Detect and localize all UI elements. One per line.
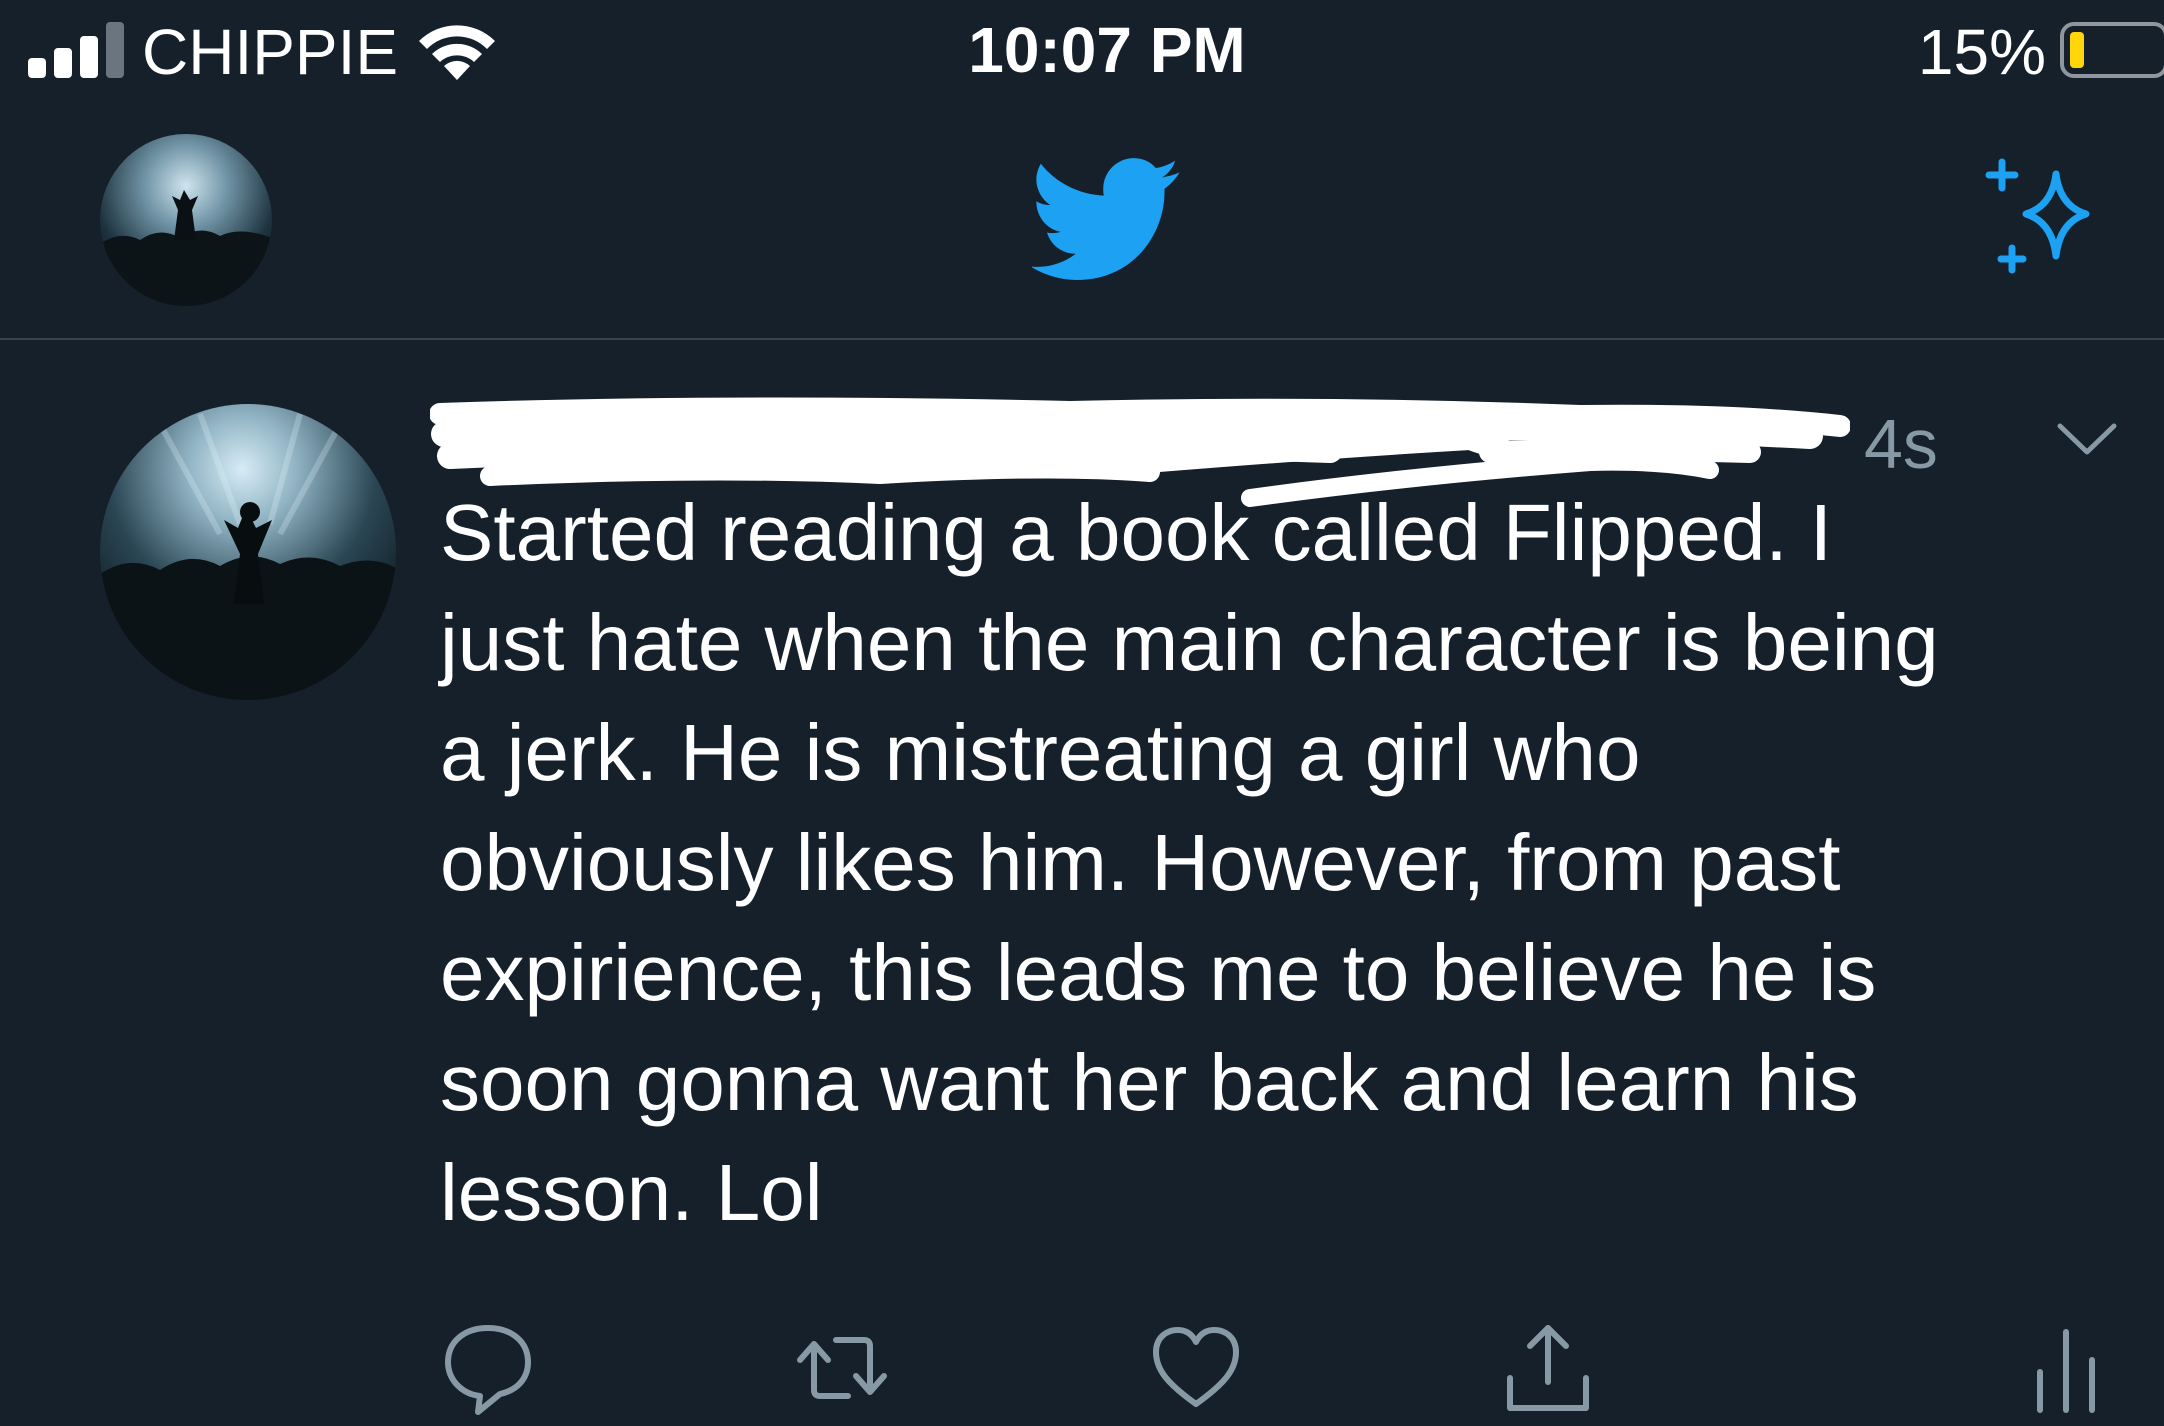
clock: 10:07 PM [968, 14, 1246, 86]
tweet-text-line: a jerk. He is mistreating a girl who [440, 708, 1641, 797]
profile-avatar[interactable] [100, 134, 272, 306]
tweet-text-line: just hate when the main character is bei… [440, 598, 1939, 687]
tweet-timestamp[interactable]: 4s [1864, 402, 1938, 486]
top-nav [0, 110, 2164, 340]
like-icon[interactable] [1148, 1320, 1244, 1416]
tweet-text-line: lesson. Lol [440, 1148, 823, 1237]
sparkle-icon[interactable] [1982, 156, 2110, 286]
battery-percent: 15% [1917, 16, 2046, 88]
tweet[interactable]: 4s Started reading a book called Flipped… [0, 340, 2164, 1426]
tweet-text-line: expirience, this leads me to believe he … [440, 928, 1877, 1017]
status-bar: CHIPPIE 10:07 PM 15% [0, 0, 2164, 110]
retweet-icon[interactable] [794, 1320, 890, 1416]
share-icon[interactable] [1500, 1320, 1596, 1416]
battery-icon [2060, 22, 2164, 78]
reply-icon[interactable] [440, 1320, 536, 1416]
chevron-down-icon[interactable] [2056, 420, 2118, 460]
tweet-text-line: Started reading a book called Flipped. I [440, 488, 1832, 577]
twitter-bird-icon[interactable] [1032, 156, 1182, 284]
tweet-author-avatar[interactable] [100, 404, 396, 700]
tweet-body: Started reading a book called Flipped. I… [440, 478, 2140, 1248]
tweet-text-line: obviously likes him. However, from past [440, 818, 1841, 907]
tweet-text-line: soon gonna want her back and learn his [440, 1038, 1859, 1127]
analytics-icon[interactable] [2018, 1320, 2114, 1416]
